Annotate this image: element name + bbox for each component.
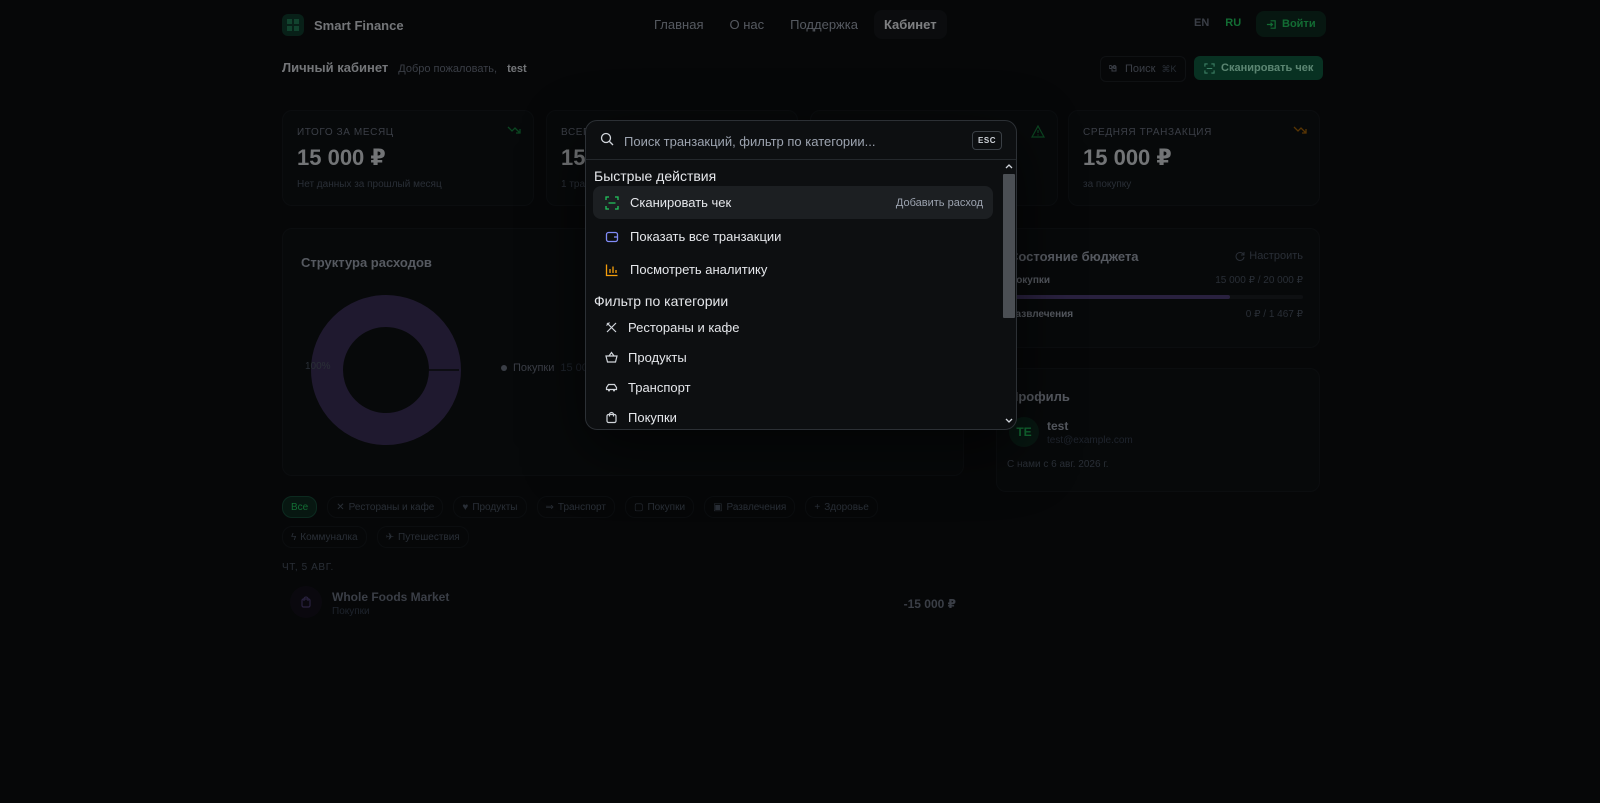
scan-icon [604,195,620,211]
scroll-down-arrow-icon[interactable] [1004,415,1014,427]
command-search-input[interactable] [622,129,956,153]
command-label: Покупки [628,409,677,425]
command-filter-transport[interactable]: Транспорт [593,372,993,402]
command-palette: ESC Быстрые действия Сканировать чек Доб… [585,120,1017,430]
command-filter-groceries[interactable]: Продукты [593,342,993,372]
car-icon [604,380,618,394]
command-label: Транспорт [628,379,691,395]
utensils-icon [604,320,618,334]
command-scan-receipt[interactable]: Сканировать чек Добавить расход [593,186,993,219]
esc-key-hint[interactable]: ESC [972,131,1002,150]
command-filter-restaurants[interactable]: Рестораны и кафе [593,312,993,342]
command-view-analytics[interactable]: Посмотреть аналитику [593,253,993,286]
command-hint: Добавить расход [895,196,983,209]
bag-icon [604,410,618,424]
command-label: Показать все транзакции [630,229,782,244]
scroll-up-arrow-icon[interactable] [1004,160,1014,172]
quick-actions-heading: Быстрые действия [594,168,717,184]
command-list: Быстрые действия Сканировать чек Добавит… [586,160,1016,429]
command-label: Продукты [628,349,687,365]
scrollbar-thumb[interactable] [1003,174,1015,318]
command-filter-purchases[interactable]: Покупки [593,402,993,429]
basket-icon [604,350,618,364]
command-list-scrollbar[interactable] [1002,160,1016,429]
search-icon [600,132,614,146]
filter-category-heading: Фильтр по категории [594,293,729,309]
command-label: Рестораны и кафе [628,319,740,335]
command-label: Сканировать чек [630,195,732,210]
command-search-bar: ESC [586,121,1016,160]
chart-icon [604,262,620,278]
command-show-transactions[interactable]: Показать все транзакции [593,220,993,253]
command-label: Посмотреть аналитику [630,262,768,277]
wallet-icon [604,229,620,245]
